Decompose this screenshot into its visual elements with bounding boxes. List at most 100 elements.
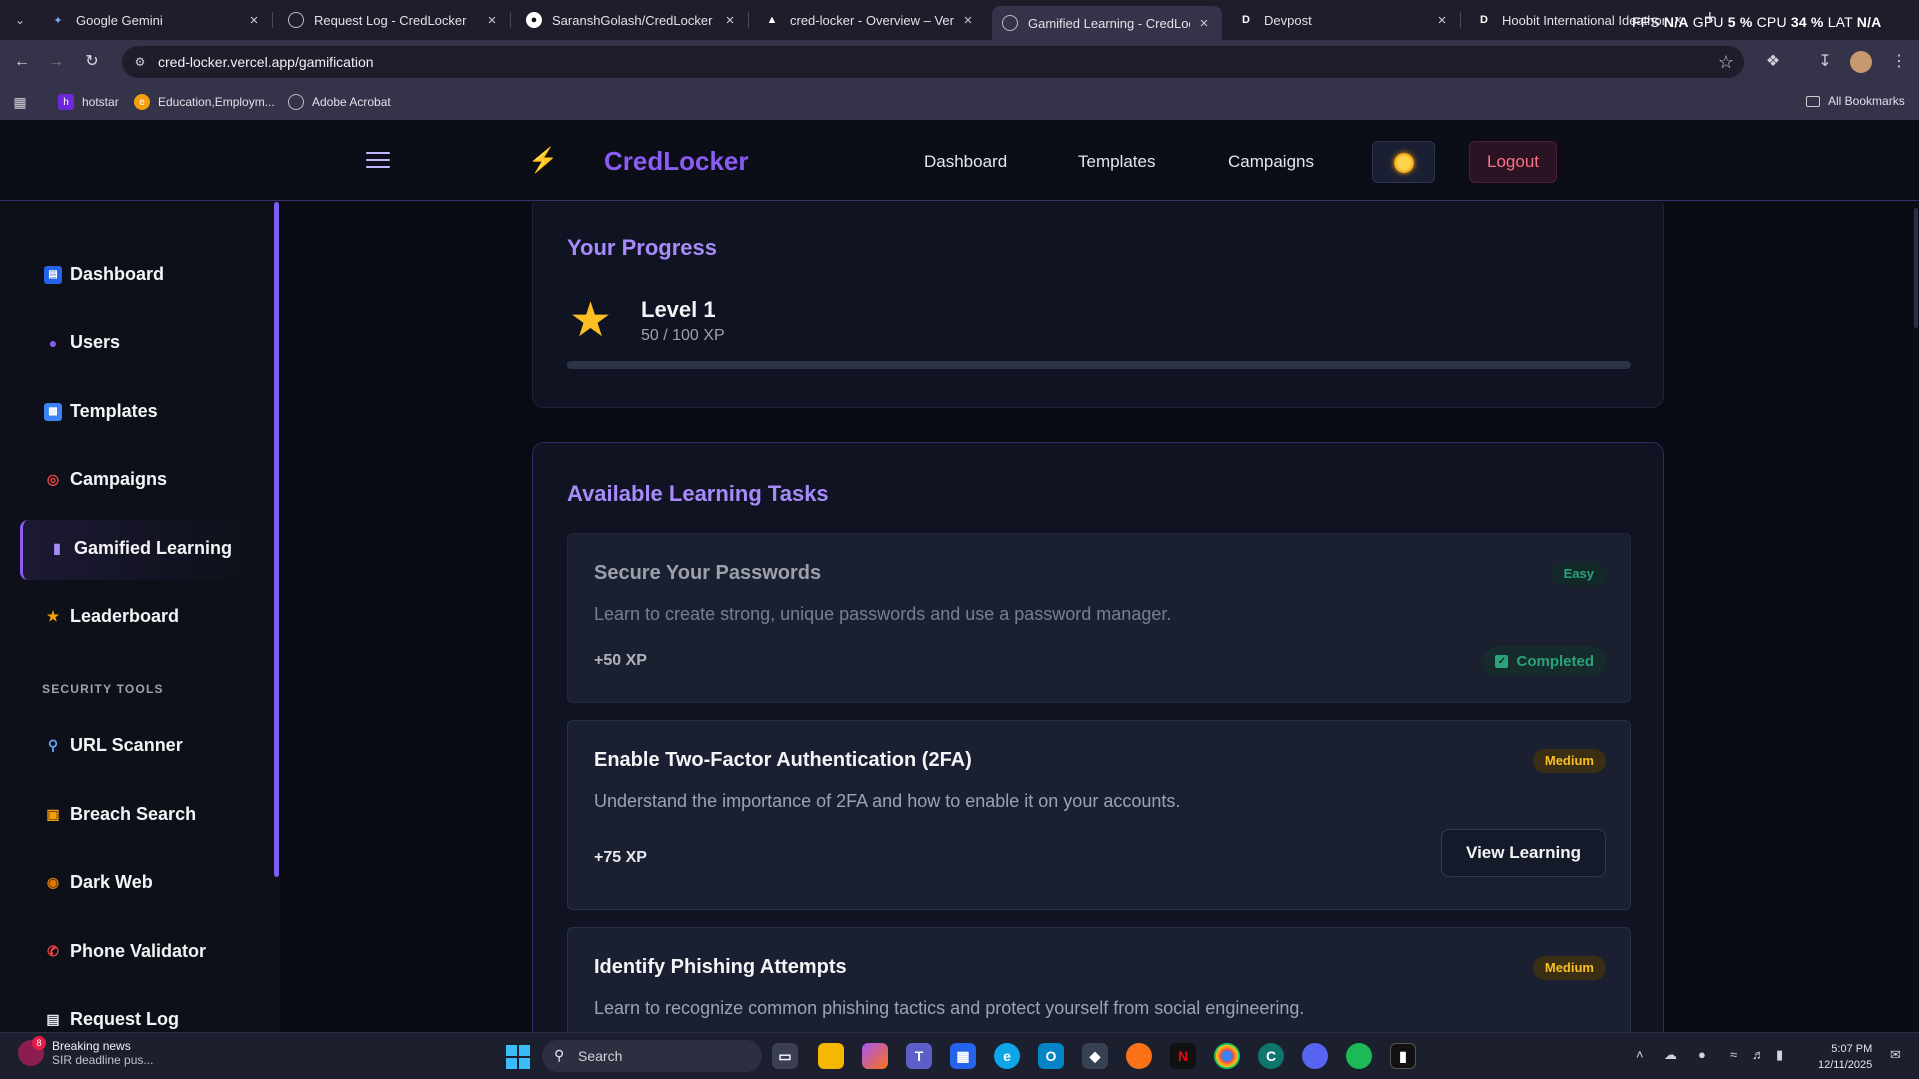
tab-title: SaranshGolash/CredLocker bbox=[552, 12, 713, 28]
close-tab-icon[interactable]: × bbox=[960, 12, 976, 29]
forward-arrow-icon[interactable]: → bbox=[46, 52, 66, 72]
view-learning-button[interactable]: View Learning bbox=[1441, 829, 1606, 877]
close-tab-icon[interactable]: × bbox=[246, 12, 262, 29]
terminal-icon[interactable]: ▮ bbox=[1390, 1043, 1416, 1069]
tab-search-chevron-icon[interactable]: ⌄ bbox=[10, 10, 30, 30]
difficulty-badge: Easy bbox=[1551, 562, 1606, 586]
store-icon[interactable]: ▦ bbox=[950, 1043, 976, 1069]
sidebar-item-phone-validator[interactable]: ✆ Phone Validator bbox=[44, 941, 206, 962]
sidebar-item-gamified-learning[interactable]: ▮ Gamified Learning bbox=[48, 538, 232, 559]
wifi-icon[interactable]: ≈ bbox=[1730, 1047, 1737, 1062]
chrome-icon[interactable] bbox=[1214, 1043, 1240, 1069]
close-tab-icon[interactable]: × bbox=[722, 12, 738, 29]
windows-start-icon[interactable] bbox=[506, 1045, 530, 1069]
netflix-icon[interactable]: N bbox=[1170, 1043, 1196, 1069]
more-menu-icon[interactable]: ⋮ bbox=[1888, 51, 1910, 73]
sidebar-item-dark-web[interactable]: ◉ Dark Web bbox=[44, 872, 153, 893]
main-scrollbar[interactable] bbox=[1913, 202, 1919, 1032]
nav-dashboard[interactable]: Dashboard bbox=[924, 152, 1007, 172]
tab-request-log[interactable]: Request Log - CredLocker × bbox=[278, 4, 511, 36]
battery-icon[interactable]: ▮ bbox=[1776, 1047, 1783, 1063]
app-cube-icon[interactable]: ◆ bbox=[1082, 1043, 1108, 1069]
tab-vercel-overview[interactable]: ▲ cred-locker - Overview – Vercel × bbox=[754, 4, 986, 36]
address-bar[interactable]: ⚙ cred-locker.vercel.app/gamification ☆ bbox=[122, 46, 1744, 78]
app-header: ⚡ CredLocker Dashboard Templates Campaig… bbox=[0, 120, 1919, 201]
theme-toggle-button[interactable] bbox=[1372, 141, 1435, 183]
tab-gamified-learning[interactable]: Gamified Learning - CredLocker × bbox=[992, 6, 1222, 40]
notification-bell-icon[interactable]: ✉ bbox=[1890, 1047, 1901, 1063]
sidebar-item-dashboard[interactable]: ▤ Dashboard bbox=[44, 264, 164, 285]
url-text[interactable]: cred-locker.vercel.app/gamification bbox=[158, 54, 374, 70]
tab-google-gemini[interactable]: ✦ Google Gemini × bbox=[40, 4, 273, 36]
firefox-icon[interactable] bbox=[1126, 1043, 1152, 1069]
sidebar-item-request-log[interactable]: ▤ Request Log bbox=[44, 1009, 179, 1030]
main-content: Your Progress ★ Level 1 50 / 100 XP Avai… bbox=[280, 202, 1919, 1032]
task-title: Secure Your Passwords bbox=[594, 562, 822, 584]
close-tab-icon[interactable]: × bbox=[1434, 12, 1450, 29]
difficulty-badge: Medium bbox=[1532, 956, 1606, 980]
sidebar-item-leaderboard[interactable]: ★ Leaderboard bbox=[44, 606, 179, 627]
cloud-icon[interactable]: ☁ bbox=[1664, 1047, 1677, 1063]
teams-icon[interactable]: T bbox=[906, 1043, 932, 1069]
spotify-icon[interactable] bbox=[1346, 1043, 1372, 1069]
bookmark-star-icon[interactable]: ☆ bbox=[1718, 52, 1734, 73]
windows-taskbar: 8 Breaking news SIR deadline pus... ⚲ Se… bbox=[0, 1032, 1919, 1079]
tray-overflow-icon[interactable]: ˄ bbox=[1636, 1047, 1644, 1062]
discord-icon[interactable] bbox=[1302, 1043, 1328, 1069]
hamburger-menu-icon[interactable] bbox=[366, 152, 390, 168]
folder-icon bbox=[1806, 95, 1820, 107]
level-label: Level 1 bbox=[641, 297, 716, 322]
tab-devpost[interactable]: D Devpost × bbox=[1228, 4, 1461, 36]
sidebar-item-url-scanner[interactable]: ⚲ URL Scanner bbox=[44, 735, 183, 756]
microphone-icon[interactable]: ● bbox=[1698, 1047, 1706, 1062]
taskbar-search[interactable]: ⚲ Search bbox=[542, 1040, 762, 1072]
sidebar-item-label: Users bbox=[70, 332, 121, 352]
tab-github-credlocker[interactable]: ● SaranshGolash/CredLocker × bbox=[516, 4, 749, 36]
logout-button[interactable]: Logout bbox=[1469, 141, 1557, 183]
profile-avatar-icon[interactable] bbox=[1850, 51, 1872, 73]
extensions-icon[interactable]: ❖ bbox=[1762, 51, 1784, 73]
bookmark-hotstar[interactable]: h hotstar bbox=[58, 94, 119, 110]
close-tab-icon[interactable]: × bbox=[1196, 15, 1212, 32]
all-bookmarks[interactable]: All Bookmarks bbox=[1806, 94, 1905, 108]
sidebar-scrollbar[interactable] bbox=[272, 202, 280, 1032]
sidebar-item-label: Gamified Learning bbox=[74, 538, 233, 558]
apps-grid-icon[interactable]: ▦ bbox=[12, 94, 36, 110]
copilot-icon[interactable] bbox=[862, 1043, 888, 1069]
devpost-icon: D bbox=[1480, 14, 1488, 26]
sidebar-item-campaigns[interactable]: ◎ Campaigns bbox=[44, 469, 167, 490]
sidebar-item-label: Templates bbox=[70, 401, 158, 421]
task-xp: +50 XP bbox=[594, 652, 647, 669]
bookmark-adobe-acrobat[interactable]: Adobe Acrobat bbox=[288, 94, 391, 110]
sidebar-item-users[interactable]: ● Users bbox=[44, 332, 120, 353]
brand-logo[interactable]: CredLocker bbox=[604, 146, 749, 177]
bookmark-label: Adobe Acrobat bbox=[312, 95, 391, 109]
download-icon[interactable]: ↧ bbox=[1814, 51, 1836, 73]
close-tab-icon[interactable]: × bbox=[484, 12, 500, 29]
sidebar-item-breach-search[interactable]: ▣ Breach Search bbox=[44, 804, 196, 825]
task-title: Identify Phishing Attempts bbox=[594, 956, 847, 978]
news-widget[interactable]: 8 Breaking news SIR deadline pus... bbox=[18, 1036, 153, 1067]
phone-icon: ✆ bbox=[47, 943, 59, 959]
site-info-icon[interactable]: ⚙ bbox=[132, 54, 148, 70]
game-controller-icon: ▮ bbox=[53, 540, 61, 556]
volume-icon[interactable]: ♬ bbox=[1752, 1047, 1765, 1062]
task-title: Enable Two-Factor Authentication (2FA) bbox=[594, 749, 972, 771]
sun-icon bbox=[1394, 153, 1414, 173]
system-clock[interactable]: 5:07 PM 12/11/2025 bbox=[1818, 1041, 1872, 1073]
app-swirl-icon[interactable]: C bbox=[1258, 1043, 1284, 1069]
back-arrow-icon[interactable]: ← bbox=[12, 52, 32, 72]
outlook-icon[interactable]: O bbox=[1038, 1043, 1064, 1069]
edge-icon[interactable]: e bbox=[994, 1043, 1020, 1069]
task-view-icon[interactable]: ▭ bbox=[772, 1043, 798, 1069]
globe-icon bbox=[288, 94, 304, 110]
bookmark-education[interactable]: e Education,Employm... bbox=[134, 94, 275, 110]
sidebar-item-label: Dark Web bbox=[70, 872, 153, 892]
globe-icon bbox=[1002, 15, 1018, 31]
reload-icon[interactable]: ↻ bbox=[82, 52, 102, 72]
file-explorer-icon[interactable] bbox=[818, 1043, 844, 1069]
nav-templates[interactable]: Templates bbox=[1078, 152, 1155, 172]
sidebar-item-templates[interactable]: ▩ Templates bbox=[44, 401, 158, 422]
nav-campaigns[interactable]: Campaigns bbox=[1228, 152, 1314, 172]
completed-badge: ✓ Completed bbox=[1483, 646, 1606, 676]
